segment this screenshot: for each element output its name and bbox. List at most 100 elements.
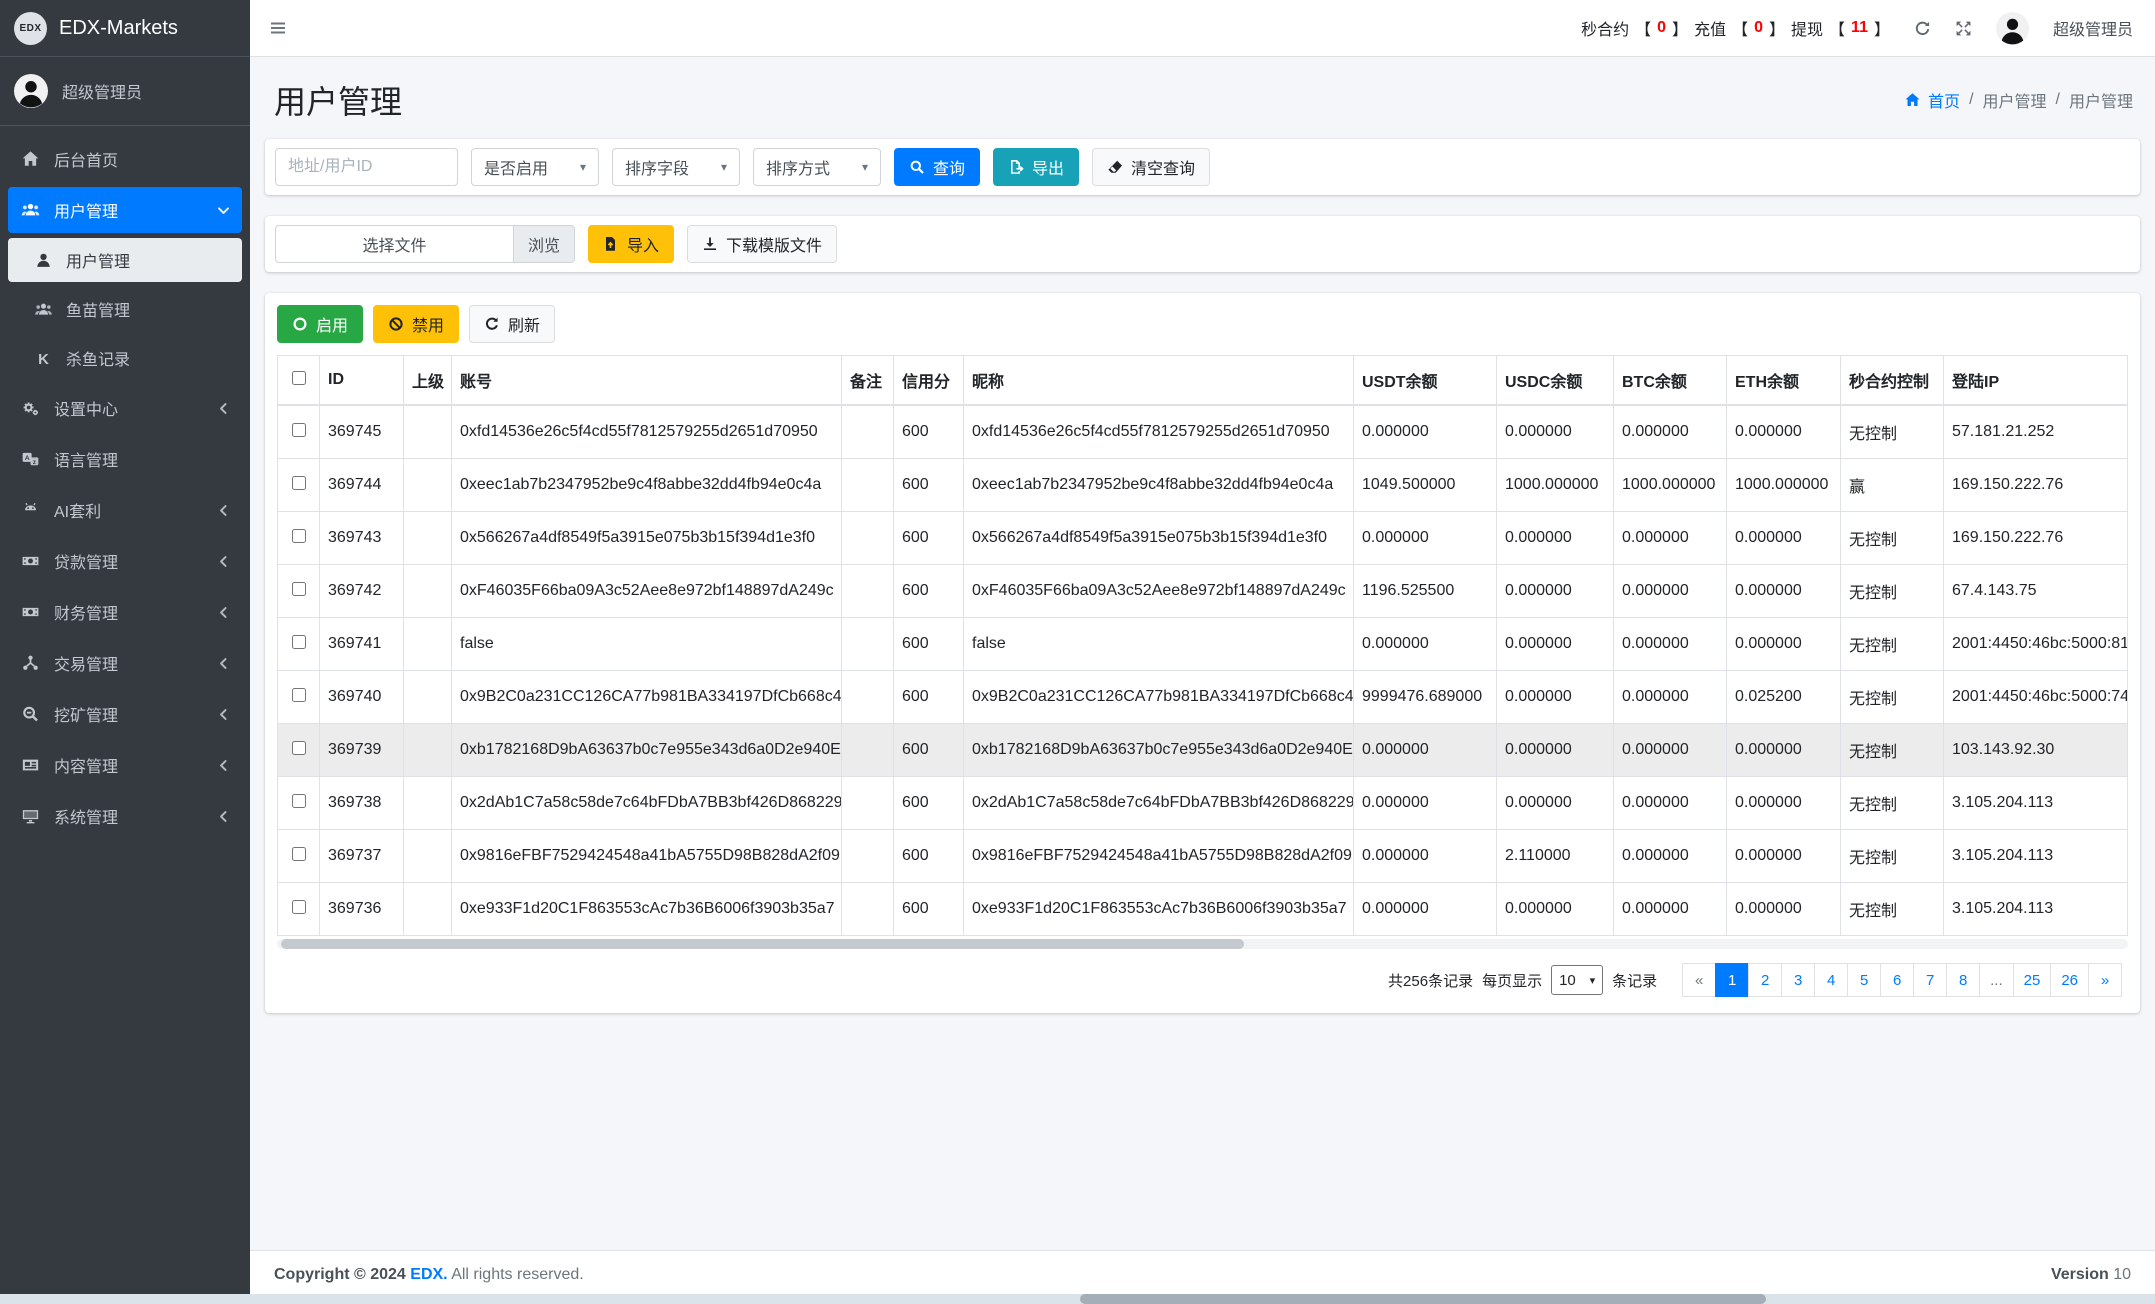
filter-card: 是否启用▾ 排序字段▾ 排序方式▾ 查询 导出 清空查询 xyxy=(265,139,2140,195)
navbar-user-name[interactable]: 超级管理员 xyxy=(2053,16,2133,40)
sort-order-select[interactable]: 排序方式▾ xyxy=(753,148,881,186)
pagination-page[interactable]: » xyxy=(2088,963,2122,997)
header-account: 账号 xyxy=(452,356,842,406)
cell-account: 0xe933F1d20C1F863553cAc7b36B6006f3903b35… xyxy=(452,883,842,936)
fullscreen-icon[interactable] xyxy=(1955,20,1972,37)
page-horizontal-scrollbar[interactable] xyxy=(0,1294,2155,1304)
pagination-page[interactable]: 2 xyxy=(1748,963,1782,997)
top-navbar: 秒合约【0】 充值【0】 提现【11】 超级管理员 xyxy=(250,0,2155,57)
cell-credit: 600 xyxy=(894,459,964,512)
row-select-checkbox[interactable] xyxy=(292,794,306,808)
cell-usdt: 0.000000 xyxy=(1354,830,1497,883)
home-icon xyxy=(20,150,41,168)
cell-parent xyxy=(404,777,452,830)
pending-stats[interactable]: 秒合约【0】 充值【0】 提现【11】 xyxy=(1581,16,1890,40)
row-select-checkbox[interactable] xyxy=(292,476,306,490)
scrollbar-thumb[interactable] xyxy=(1080,1294,1766,1304)
share-nodes-icon xyxy=(20,654,41,672)
sidebar-item-label: 后台首页 xyxy=(54,147,118,171)
sidebar-item-ai-arbitrage[interactable]: AI套利 xyxy=(8,487,242,533)
per-page-select[interactable]: 10▾ xyxy=(1551,965,1603,995)
pagination-page[interactable]: 26 xyxy=(2050,963,2089,997)
stat-label: 秒合约 xyxy=(1581,16,1629,40)
sidebar-item-loan-management[interactable]: 贷款管理 xyxy=(8,538,242,584)
row-select-checkbox[interactable] xyxy=(292,582,306,596)
cell-remark xyxy=(842,724,894,777)
browse-button[interactable]: 浏览 xyxy=(513,226,574,262)
sidebar-item-content-management[interactable]: 内容管理 xyxy=(8,742,242,788)
row-select-checkbox[interactable] xyxy=(292,423,306,437)
footer-brand-link[interactable]: EDX. xyxy=(410,1266,447,1283)
menu-toggle-icon[interactable] xyxy=(268,20,288,36)
row-select-checkbox[interactable] xyxy=(292,635,306,649)
row-select-checkbox[interactable] xyxy=(292,900,306,914)
table-horizontal-scrollbar[interactable] xyxy=(277,939,2128,949)
sort-field-select[interactable]: 排序字段▾ xyxy=(612,148,740,186)
row-select-checkbox[interactable] xyxy=(292,688,306,702)
sidebar-item-user-management[interactable]: 用户管理 xyxy=(8,187,242,233)
pagination-page[interactable]: 1 xyxy=(1715,963,1749,997)
sidebar-item-dashboard[interactable]: 后台首页 xyxy=(8,136,242,182)
cell-account: 0xeec1ab7b2347952be9c4f8abbe32dd4fb94e0c… xyxy=(452,459,842,512)
navbar-avatar[interactable] xyxy=(1996,12,2029,45)
import-button[interactable]: 导入 xyxy=(588,225,674,263)
pagination-page[interactable]: 8 xyxy=(1946,963,1980,997)
sidebar-item-mining-management[interactable]: 挖矿管理 xyxy=(8,691,242,737)
download-template-button[interactable]: 下载模版文件 xyxy=(687,225,837,263)
cell-btc: 0.000000 xyxy=(1614,512,1727,565)
sidebar-user-name[interactable]: 超级管理员 xyxy=(62,79,142,103)
pagination-page[interactable]: 5 xyxy=(1847,963,1881,997)
clear-query-button[interactable]: 清空查询 xyxy=(1092,148,1210,186)
chevron-down-icon xyxy=(217,204,230,217)
money-bill-icon xyxy=(20,552,41,570)
sidebar-subitem-kill-records[interactable]: 杀鱼记录 xyxy=(8,336,242,380)
row-select-checkbox[interactable] xyxy=(292,847,306,861)
user-table: ID 上级 账号 备注 信用分 昵称 USDT余额 USDC余额 BTC余额 E… xyxy=(277,355,2128,936)
refresh-icon[interactable] xyxy=(1914,20,1931,37)
row-select-checkbox[interactable] xyxy=(292,529,306,543)
brand-name: EDX-Markets xyxy=(59,17,178,40)
disable-button[interactable]: 禁用 xyxy=(373,305,459,343)
export-button[interactable]: 导出 xyxy=(993,148,1079,186)
cell-usdc: 1000.000000 xyxy=(1497,459,1614,512)
pagination-page[interactable]: ... xyxy=(1979,963,2014,997)
records-summary: 共256条记录 每页显示 10▾ 条记录 xyxy=(1388,965,1657,995)
sidebar-item-label: 设置中心 xyxy=(54,396,118,420)
cell-remark xyxy=(842,883,894,936)
cell-parent xyxy=(404,459,452,512)
search-input[interactable] xyxy=(275,148,458,186)
cell-remark xyxy=(842,830,894,883)
pagination-page[interactable]: 6 xyxy=(1880,963,1914,997)
brand-link[interactable]: EDX EDX-Markets xyxy=(0,0,250,57)
pagination-page[interactable]: 25 xyxy=(2013,963,2052,997)
select-all-checkbox[interactable] xyxy=(292,371,306,385)
enabled-select[interactable]: 是否启用▾ xyxy=(471,148,599,186)
query-button[interactable]: 查询 xyxy=(894,148,980,186)
cell-usdt: 0.000000 xyxy=(1354,777,1497,830)
sidebar-item-finance-management[interactable]: 财务管理 xyxy=(8,589,242,635)
caret-down-icon: ▾ xyxy=(862,160,868,174)
pagination-page[interactable]: 7 xyxy=(1913,963,1947,997)
pagination-page[interactable]: « xyxy=(1682,963,1716,997)
pagination-page[interactable]: 3 xyxy=(1781,963,1815,997)
header-remark: 备注 xyxy=(842,356,894,406)
cell-ip: 103.143.92.30 xyxy=(1944,724,2128,777)
breadcrumb-home-link[interactable]: 首页 xyxy=(1904,88,1960,112)
sidebar-item-language-management[interactable]: 语言管理 xyxy=(8,436,242,482)
cell-credit: 600 xyxy=(894,565,964,618)
cell-ip: 169.150.222.76 xyxy=(1944,512,2128,565)
refresh-button[interactable]: 刷新 xyxy=(469,305,555,343)
sidebar-subitem-fry-management[interactable]: 鱼苗管理 xyxy=(8,287,242,331)
chevron-left-icon xyxy=(217,555,230,568)
pagination-page[interactable]: 4 xyxy=(1814,963,1848,997)
sidebar-subitem-user-management[interactable]: 用户管理 xyxy=(8,238,242,282)
sidebar-item-settings-center[interactable]: 设置中心 xyxy=(8,385,242,431)
scrollbar-thumb[interactable] xyxy=(281,939,1244,949)
enable-button[interactable]: 启用 xyxy=(277,305,363,343)
file-input-group[interactable]: 选择文件 浏览 xyxy=(275,225,575,263)
sidebar-item-system-management[interactable]: 系统管理 xyxy=(8,793,242,839)
cell-control: 无控制 xyxy=(1841,830,1944,883)
cell-eth: 0.025200 xyxy=(1727,671,1841,724)
row-select-checkbox[interactable] xyxy=(292,741,306,755)
sidebar-item-trade-management[interactable]: 交易管理 xyxy=(8,640,242,686)
